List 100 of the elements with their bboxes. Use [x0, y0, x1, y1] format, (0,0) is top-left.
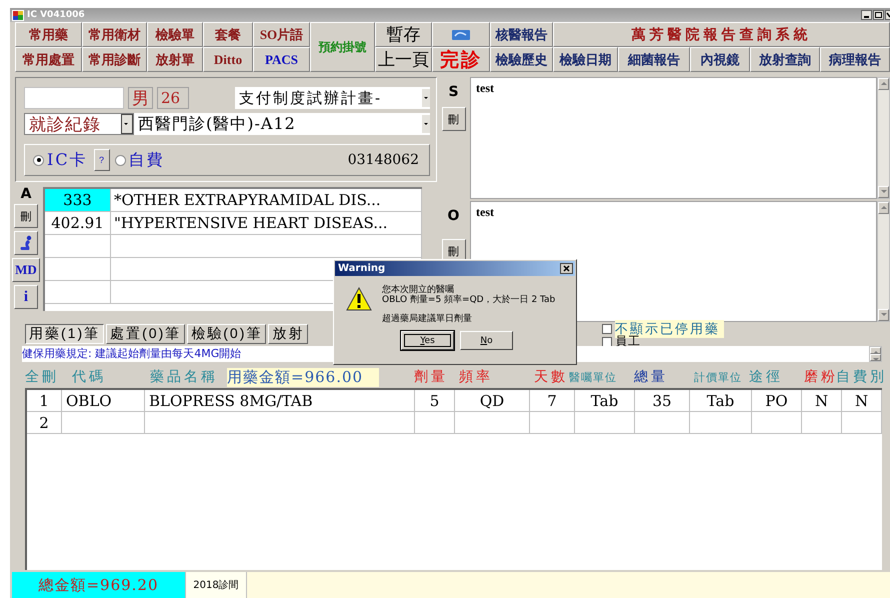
table-cell: 5 — [415, 390, 455, 412]
table-cell: "HYPERTENSIVE HEART DISEAS... — [111, 212, 422, 235]
toolbar-button[interactable]: 常用處置 — [15, 47, 82, 72]
toolbar-button[interactable]: 暫存 — [375, 22, 432, 47]
card-button[interactable] — [432, 22, 490, 47]
tool-button[interactable]: 刪 — [14, 204, 38, 228]
note-field[interactable]: test — [470, 77, 877, 199]
table-cell: QD — [455, 390, 530, 412]
clinic-dropdown[interactable]: 西醫門診(醫中)-A12 — [134, 113, 430, 135]
checkbox[interactable] — [602, 324, 612, 334]
column-header: 天數 — [534, 368, 569, 386]
column-header: 計價單位 — [694, 370, 743, 384]
scrollbar[interactable] — [877, 77, 890, 199]
table-cell: BLOPRESS 8MG/TAB — [145, 390, 415, 412]
scrollbar[interactable] — [877, 201, 890, 322]
table-cell — [842, 412, 882, 434]
column-header: 用藥金額=966.00 — [227, 368, 379, 386]
figure-button[interactable] — [14, 231, 38, 255]
column-header: 劑量 — [414, 368, 449, 386]
card-icon — [452, 30, 470, 40]
table-cell: 35 — [635, 390, 690, 412]
help-button[interactable]: ? — [94, 149, 110, 171]
table-cell: 7 — [530, 390, 575, 412]
card-number: 03148062 — [348, 152, 419, 168]
report-button[interactable]: 內視鏡 — [690, 47, 750, 72]
dialog-button[interactable]: No — [460, 331, 513, 350]
toolbar-button[interactable]: Ditto — [203, 47, 253, 72]
table-cell — [45, 235, 111, 258]
payment-label[interactable]: 自費 — [128, 150, 165, 170]
table-cell: N — [802, 390, 842, 412]
table-cell — [575, 412, 635, 434]
column-header: 藥品名稱 — [150, 368, 219, 386]
table-cell: Tab — [690, 390, 752, 412]
toolbar-button[interactable]: 檢驗單 — [147, 22, 203, 47]
table-cell: 1 — [27, 390, 62, 412]
record-dropdown[interactable]: 就診紀錄 — [24, 113, 134, 135]
payment-radio[interactable] — [33, 154, 44, 166]
toolbar-button[interactable]: 常用藥 — [15, 22, 82, 47]
section-label: O — [448, 209, 460, 223]
table-cell — [635, 412, 690, 434]
tool-button[interactable]: MD — [12, 258, 40, 282]
table-cell — [415, 412, 455, 434]
table-cell: OBLO — [62, 390, 145, 412]
column-header: 途徑 — [749, 368, 784, 386]
section-label: S — [448, 85, 459, 99]
column-header: 自費別 — [836, 368, 886, 386]
toolbar-button[interactable]: 常用診斷 — [82, 47, 147, 72]
payment-radio[interactable] — [114, 154, 126, 166]
order-tab[interactable]: 用藥(1)筆 — [25, 324, 104, 344]
patient-field[interactable] — [24, 87, 124, 109]
scrollbar[interactable] — [869, 346, 882, 362]
warning-icon — [346, 287, 372, 311]
table-cell: Tab — [575, 390, 635, 412]
report-button[interactable]: 檢驗日期 — [553, 47, 618, 72]
table-cell: N — [842, 390, 882, 412]
toolbar-button[interactable]: 套餐 — [203, 22, 253, 47]
table-cell: PO — [752, 390, 802, 412]
report-button[interactable]: 放射查詢 — [750, 47, 820, 72]
report-button[interactable]: 細菌報告 — [618, 47, 690, 72]
dialog-message: 您本次開立的醫囑 — [382, 285, 454, 295]
report-button[interactable]: 病理報告 — [820, 47, 890, 72]
toolbar-button[interactable]: PACS — [253, 47, 310, 72]
column-header: 磨粉 — [804, 368, 836, 386]
toolbar-button[interactable]: 上一頁 — [375, 47, 432, 72]
seated-figure-icon — [19, 235, 33, 251]
payment-label[interactable]: IC卡 — [47, 150, 88, 170]
dialog-button[interactable]: Yes — [401, 331, 454, 350]
column-header: 頻率 — [459, 368, 494, 386]
table-cell[interactable]: 402.91 — [45, 212, 111, 235]
column-header: 醫囑單位 — [569, 370, 618, 384]
window-title: IC V041006 — [27, 10, 85, 20]
report-system-title: 萬芳醫院報告查詢系統 — [553, 22, 890, 47]
table-cell — [802, 412, 842, 434]
plan-dropdown[interactable]: 支付制度試辦計畫- — [235, 87, 430, 109]
room-label: 2018診間 — [185, 572, 247, 598]
toolbar-button[interactable]: 常用衛材 — [82, 22, 147, 47]
table-cell: 2 — [27, 412, 62, 434]
table-cell — [690, 412, 752, 434]
table-cell — [752, 412, 802, 434]
checkbox[interactable] — [602, 336, 612, 346]
close-icon — [885, 10, 890, 20]
order-tab[interactable]: 放射 — [268, 324, 308, 344]
dialog-title: Warning — [338, 263, 386, 274]
table-cell — [530, 412, 575, 434]
delete-button[interactable]: 刪 — [442, 107, 466, 131]
toolbar-button[interactable]: SO片語 — [253, 22, 310, 47]
toolbar-button[interactable]: 核醫報告 — [490, 22, 553, 47]
order-tab[interactable]: 處置(0)筆 — [106, 324, 186, 344]
order-tab[interactable]: 檢驗(0)筆 — [187, 324, 266, 344]
age-field: 26 — [157, 87, 189, 109]
column-header: 總量 — [634, 368, 669, 386]
minimize-icon — [861, 10, 872, 20]
section-label: A — [20, 187, 32, 201]
gender-field: 男 — [128, 87, 153, 109]
table-cell[interactable]: 333 — [45, 189, 111, 212]
toolbar-button[interactable]: 放射單 — [147, 47, 203, 72]
info-button[interactable]: i — [14, 285, 38, 309]
toolbar-button[interactable]: 檢驗歷史 — [490, 47, 553, 72]
total-amount: 總金額=969.20 — [12, 572, 185, 598]
app-icon — [12, 10, 24, 20]
